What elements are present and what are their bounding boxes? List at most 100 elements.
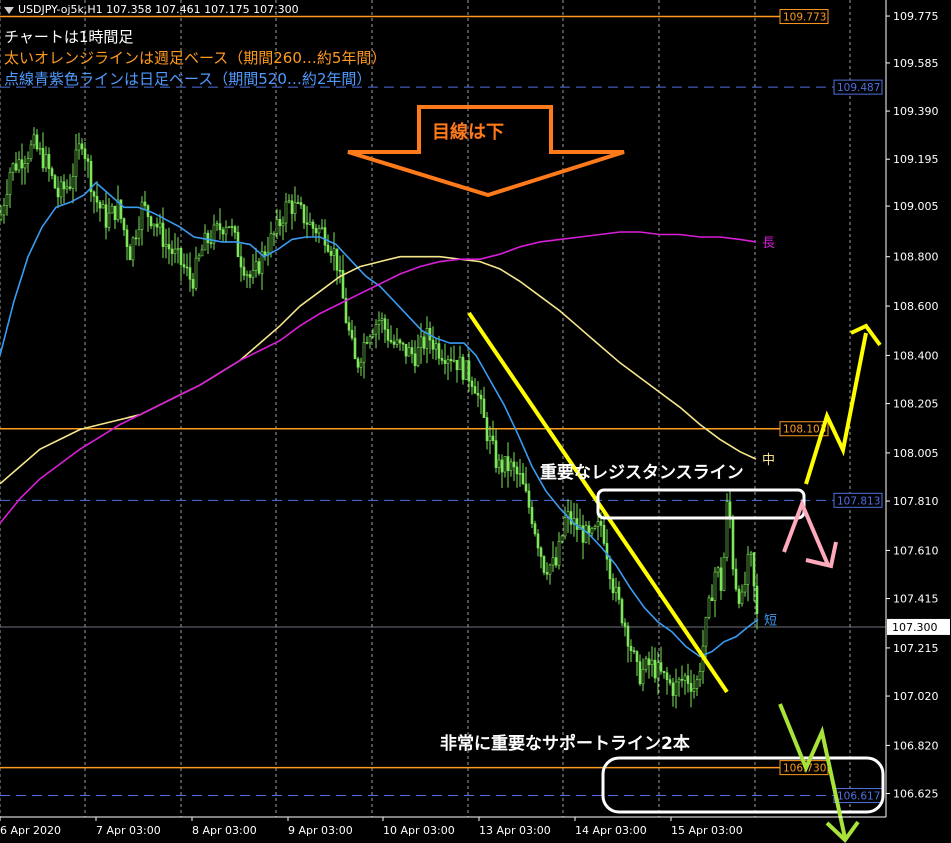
candle-body — [335, 248, 339, 271]
candle-body — [644, 658, 648, 670]
candle-body — [65, 186, 69, 190]
candle-body — [41, 147, 45, 169]
y-tick-label: 107.020 — [893, 690, 939, 703]
price-chart: 109.773109.487108.103107.813106.730106.6… — [0, 0, 950, 843]
candle-body — [431, 339, 435, 350]
candle-body — [590, 528, 594, 534]
candle-body — [395, 339, 399, 345]
candle-body — [524, 483, 528, 492]
candle-body — [71, 176, 75, 189]
candle-body — [311, 221, 315, 229]
candle-body — [425, 328, 429, 349]
candle-body — [86, 158, 90, 162]
candle-body — [503, 456, 507, 473]
candle-body — [413, 353, 417, 367]
candle-body — [611, 578, 615, 594]
candle-body — [551, 557, 555, 566]
candle-body — [563, 517, 567, 537]
moving-averages: 短中長 — [0, 181, 777, 658]
candle-body — [356, 358, 360, 368]
candle-body — [473, 386, 477, 394]
candle-body — [107, 212, 111, 228]
candle-body — [548, 564, 552, 575]
candle-body — [179, 247, 183, 265]
candle-body — [11, 163, 15, 173]
candle-body — [632, 650, 636, 652]
candle-body — [305, 222, 309, 225]
candle-body — [449, 359, 453, 362]
candle-body — [278, 218, 282, 227]
x-tick-label: 10 Apr 03:00 — [383, 824, 455, 837]
candle-body — [83, 148, 87, 160]
candle-body — [23, 163, 27, 169]
candle-body — [665, 672, 669, 680]
dropdown-triangle-icon[interactable] — [4, 6, 14, 14]
candle-body — [713, 571, 717, 601]
candle-body — [197, 255, 201, 259]
candle-body — [257, 261, 261, 274]
candle-body — [344, 298, 348, 323]
candle-body — [32, 134, 36, 146]
candle-body — [491, 435, 495, 441]
candle-body — [719, 567, 723, 591]
candle-body — [284, 201, 288, 224]
candle-body — [8, 171, 12, 195]
candle-body — [452, 359, 456, 362]
candle-body — [512, 461, 516, 468]
last-price-label: 107.300 — [892, 621, 938, 634]
candle-body — [308, 221, 312, 225]
candle-body — [290, 200, 294, 214]
candle-body — [203, 232, 207, 251]
y-tick-label: 107.215 — [893, 642, 939, 655]
candle-body — [269, 233, 273, 254]
resistance-box — [596, 488, 806, 520]
ma-label: 長 — [762, 236, 775, 251]
candle-body — [119, 199, 123, 219]
candle-body — [329, 250, 333, 256]
candle-body — [602, 525, 606, 544]
candle-body — [671, 682, 675, 696]
candle-body — [698, 670, 702, 681]
candle-body — [653, 659, 657, 679]
candle-body — [47, 154, 51, 169]
support-text: 非常に重要なサポートライン2本 — [440, 733, 690, 754]
candle-body — [557, 541, 561, 566]
candlesticks — [0, 127, 759, 709]
candle-body — [17, 159, 21, 171]
up-arrow-icon — [804, 332, 868, 485]
candle-body — [740, 591, 744, 604]
down-arrow-icon — [347, 105, 625, 198]
candle-body — [131, 237, 135, 261]
candle-body — [386, 329, 390, 341]
candle-body — [554, 557, 558, 566]
candle-body — [167, 244, 171, 250]
y-tick-label: 108.205 — [893, 398, 939, 411]
candle-body — [95, 196, 99, 203]
candle-body — [227, 226, 231, 228]
candle-body — [542, 556, 546, 573]
candle-body — [482, 398, 486, 418]
candle-body — [716, 567, 720, 573]
candle-body — [239, 256, 243, 268]
candle-body — [752, 552, 756, 587]
ma-label: 短 — [764, 614, 777, 629]
candle-body — [485, 417, 489, 442]
candle-body — [539, 547, 543, 557]
candle-body — [206, 232, 210, 244]
candle-body — [674, 681, 678, 696]
candle-body — [230, 226, 234, 228]
candle-body — [281, 222, 285, 227]
x-tick-label: 15 Apr 03:00 — [671, 824, 743, 837]
candle-body — [92, 191, 96, 197]
candle-body — [635, 651, 639, 662]
candle-body — [587, 525, 591, 534]
candle-body — [332, 248, 336, 256]
candle-body — [110, 205, 114, 214]
candle-body — [299, 202, 303, 206]
y-tick-label: 107.415 — [893, 593, 939, 606]
candle-body — [155, 223, 159, 228]
candle-body — [704, 617, 708, 647]
candle-body — [521, 472, 525, 485]
level-label: 107.813 — [837, 495, 880, 507]
candle-body — [533, 523, 537, 535]
